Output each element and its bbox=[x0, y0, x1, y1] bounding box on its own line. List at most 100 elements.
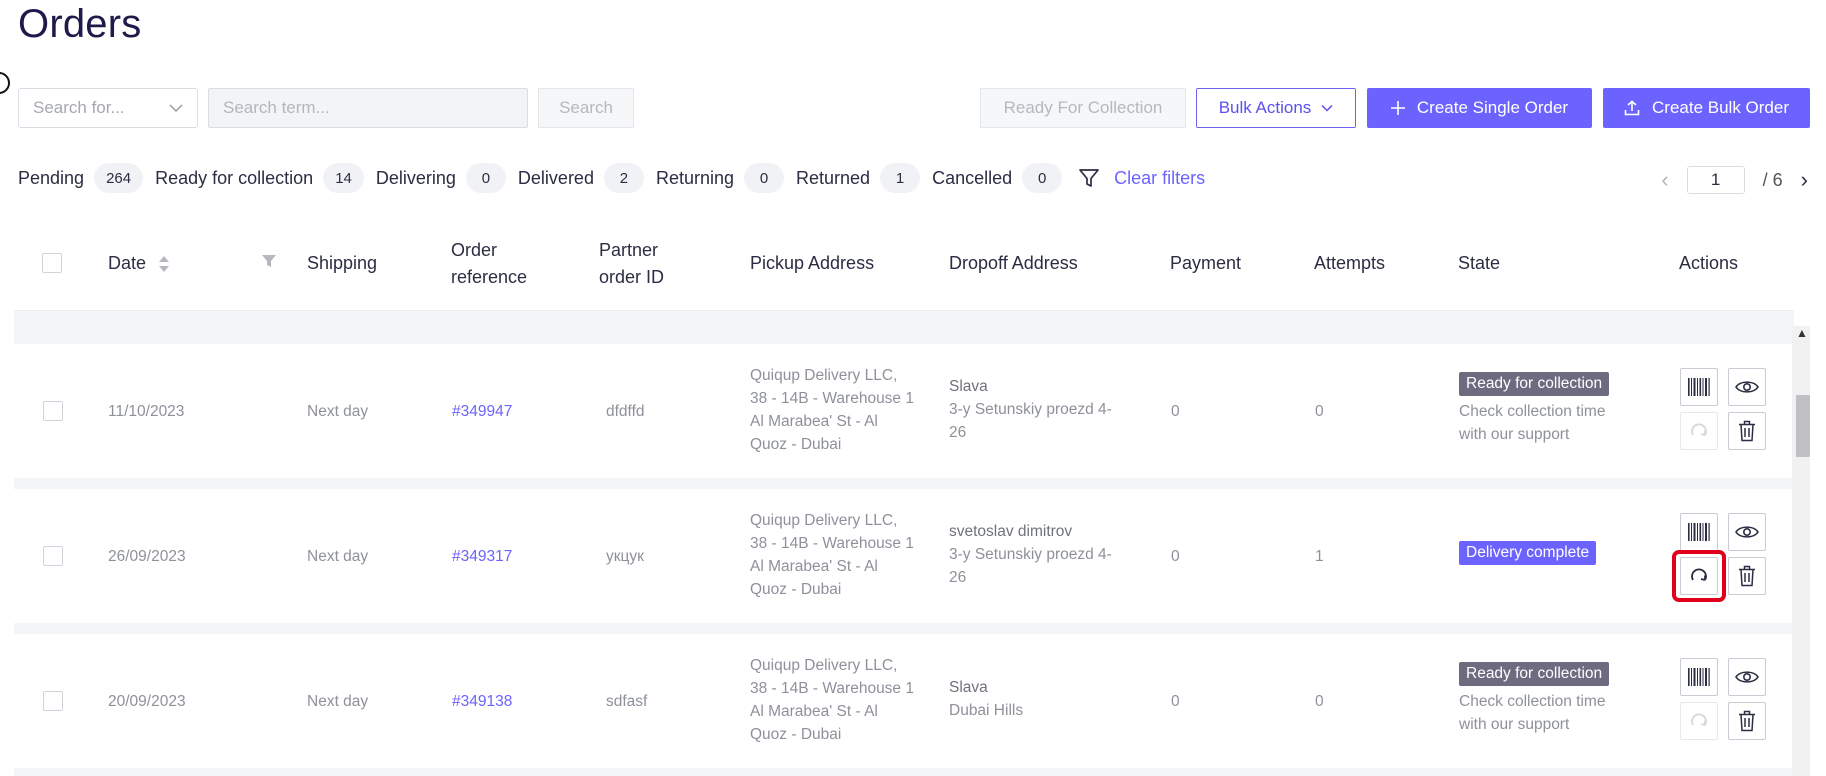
pickup-line: Quiqup Delivery LLC, bbox=[750, 367, 898, 384]
filter-delivering-label[interactable]: Delivering bbox=[376, 168, 456, 189]
dropoff-line: 26 bbox=[949, 424, 967, 441]
filter-returning-label[interactable]: Returning bbox=[656, 168, 734, 189]
filter-ready-label[interactable]: Ready for collection bbox=[155, 168, 313, 189]
delete-order-button[interactable] bbox=[1728, 412, 1766, 450]
select-all-checkbox[interactable] bbox=[42, 253, 62, 273]
row-checkbox[interactable] bbox=[43, 546, 63, 566]
filter-pending-label[interactable]: Pending bbox=[18, 168, 84, 189]
state-note-line: Check collection time bbox=[1459, 403, 1606, 420]
row-dropoff-address: svetoslav dimitrov 3-y Setunskiy proezd … bbox=[949, 520, 1112, 589]
table-scrollbar-track[interactable] bbox=[1792, 326, 1810, 776]
annotation-highlight bbox=[1672, 550, 1726, 602]
row-shipping: Next day bbox=[307, 693, 369, 710]
delete-order-button[interactable] bbox=[1728, 557, 1766, 595]
search-button[interactable]: Search bbox=[538, 88, 634, 128]
bulk-actions-button[interactable]: Bulk Actions bbox=[1196, 88, 1356, 128]
scroll-up-arrow-icon[interactable]: ▲ bbox=[1796, 326, 1808, 340]
row-pickup-address: Quiqup Delivery LLC, 38 - 14B - Warehous… bbox=[750, 509, 914, 601]
print-barcode-button[interactable] bbox=[1680, 658, 1718, 696]
column-actions: Actions bbox=[1679, 253, 1739, 273]
column-partner-line2: order ID bbox=[599, 267, 665, 287]
row-order-reference-link[interactable]: #349317 bbox=[452, 545, 512, 568]
mouse-cursor bbox=[0, 72, 10, 94]
retry-order-button[interactable] bbox=[1680, 702, 1718, 740]
status-badge: Ready for collection bbox=[1459, 662, 1610, 686]
filter-cancelled-label[interactable]: Cancelled bbox=[932, 168, 1012, 189]
column-state: State bbox=[1458, 253, 1501, 273]
row-attempts: 0 bbox=[1315, 403, 1324, 420]
filter-funnel-icon[interactable] bbox=[1078, 167, 1100, 189]
sort-icon[interactable] bbox=[158, 254, 170, 274]
filter-returning-count[interactable]: 0 bbox=[744, 163, 785, 193]
dropoff-line: 26 bbox=[949, 569, 967, 586]
pickup-line: 38 - 14B - Warehouse 1 bbox=[750, 680, 914, 697]
row-dropoff-address: Slava 3-y Setunskiy proezd 4- 26 bbox=[949, 375, 1112, 444]
pickup-line: Quiqup Delivery LLC, bbox=[750, 657, 898, 674]
status-filters: Pending 264 Ready for collection 14 Deli… bbox=[18, 162, 1205, 194]
filter-pending-count[interactable]: 264 bbox=[94, 163, 144, 193]
column-date[interactable]: Date bbox=[108, 250, 146, 277]
row-partner-order-id: dfdffd bbox=[606, 403, 645, 420]
filter-returned-count[interactable]: 1 bbox=[880, 163, 921, 193]
trash-icon bbox=[1739, 420, 1755, 442]
state-note: Check collection time with our support bbox=[1459, 690, 1605, 736]
refresh-icon bbox=[1691, 423, 1707, 436]
chevron-left-icon[interactable]: ‹ bbox=[1661, 167, 1668, 193]
ready-for-collection-button[interactable]: Ready For Collection bbox=[980, 88, 1186, 128]
column-date-label: Date bbox=[108, 253, 147, 273]
filter-delivering-count[interactable]: 0 bbox=[465, 163, 506, 193]
status-badge: Delivery complete bbox=[1459, 541, 1597, 565]
filter-delivered-count[interactable]: 2 bbox=[603, 163, 644, 193]
dropoff-name: svetoslav dimitrov bbox=[949, 523, 1073, 540]
delete-order-button[interactable] bbox=[1728, 702, 1766, 740]
dropoff-name: Slava bbox=[949, 378, 988, 395]
filter-ready-count[interactable]: 14 bbox=[323, 163, 364, 193]
chevron-right-icon[interactable]: › bbox=[1801, 167, 1808, 193]
column-order-reference: Order reference bbox=[451, 237, 527, 291]
dropoff-line: 3-y Setunskiy proezd 4- bbox=[949, 401, 1112, 418]
column-payment: Payment bbox=[1170, 253, 1242, 273]
row-date: 20/09/2023 bbox=[108, 693, 186, 710]
print-barcode-button[interactable] bbox=[1680, 513, 1718, 551]
search-field-placeholder: Search for... bbox=[33, 98, 125, 117]
column-partner-line1: Partner bbox=[599, 240, 659, 260]
row-checkbox[interactable] bbox=[43, 691, 63, 711]
create-single-order-button[interactable]: Create Single Order bbox=[1367, 88, 1592, 128]
search-field-select[interactable]: Search for... bbox=[18, 88, 198, 128]
table-scrollbar-thumb[interactable] bbox=[1796, 395, 1810, 457]
pickup-line: Quoz - Dubai bbox=[750, 436, 842, 453]
row-order-reference-link[interactable]: #349947 bbox=[452, 400, 512, 423]
clear-filters-link[interactable]: Clear filters bbox=[1114, 168, 1205, 189]
view-order-button[interactable] bbox=[1728, 513, 1766, 551]
filter-returned-label[interactable]: Returned bbox=[796, 168, 870, 189]
pickup-line: Al Marabea' St - Al bbox=[750, 413, 878, 430]
row-payment: 0 bbox=[1171, 403, 1180, 420]
eye-icon bbox=[1735, 526, 1759, 538]
plus-icon bbox=[1390, 101, 1405, 115]
search-term-input[interactable] bbox=[208, 88, 528, 128]
upload-icon bbox=[1624, 100, 1640, 116]
retry-order-button[interactable] bbox=[1680, 412, 1718, 450]
create-bulk-order-button[interactable]: Create Bulk Order bbox=[1603, 88, 1810, 128]
row-payment: 0 bbox=[1171, 693, 1180, 710]
row-partner-order-id: sdfasf bbox=[606, 693, 648, 710]
row-order-reference-link[interactable]: #349138 bbox=[452, 690, 512, 713]
row-checkbox[interactable] bbox=[43, 401, 63, 421]
row-partner-order-id: укцук bbox=[606, 548, 644, 565]
filter-funnel-icon[interactable] bbox=[262, 254, 276, 268]
column-attempts: Attempts bbox=[1314, 253, 1386, 273]
print-barcode-button[interactable] bbox=[1680, 368, 1718, 406]
refresh-icon bbox=[1691, 713, 1707, 726]
page-number-input[interactable] bbox=[1686, 166, 1745, 194]
view-order-button[interactable] bbox=[1728, 368, 1766, 406]
status-badge: Ready for collection bbox=[1459, 372, 1610, 396]
page-total: / 6 bbox=[1762, 169, 1783, 190]
filter-cancelled-count[interactable]: 0 bbox=[1022, 163, 1063, 193]
eye-icon bbox=[1735, 671, 1759, 683]
pickup-line: Quiqup Delivery LLC, bbox=[750, 512, 898, 529]
row-attempts: 0 bbox=[1315, 693, 1324, 710]
view-order-button[interactable] bbox=[1728, 658, 1766, 696]
column-dropoff-address: Dropoff Address bbox=[949, 253, 1078, 273]
filter-delivered-label[interactable]: Delivered bbox=[518, 168, 594, 189]
pickup-line: Al Marabea' St - Al bbox=[750, 703, 878, 720]
